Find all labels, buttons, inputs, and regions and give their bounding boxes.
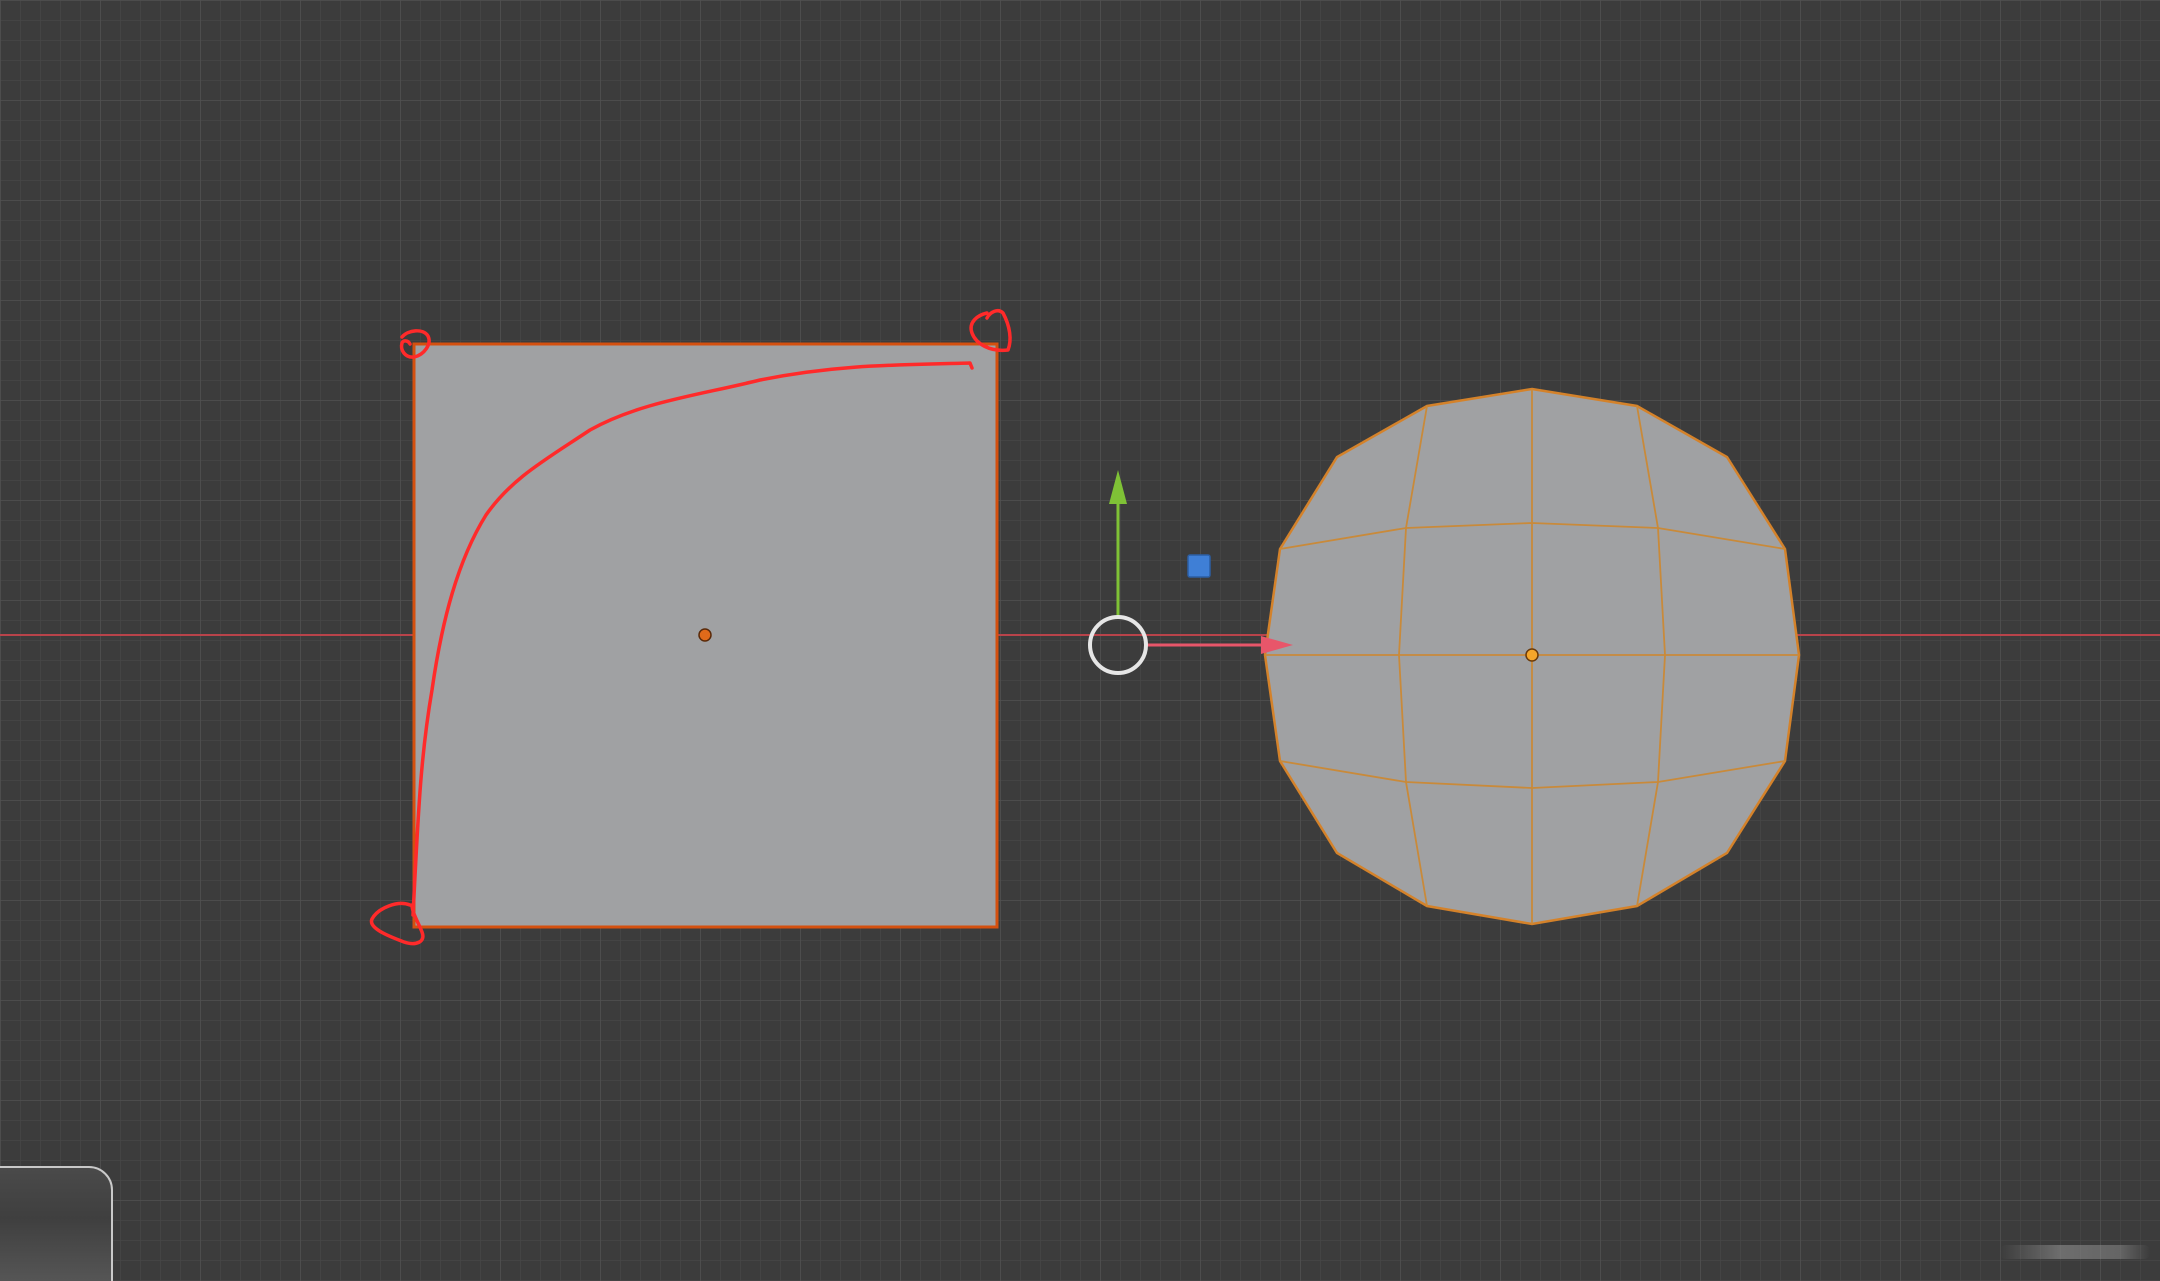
scroll-smudge (2000, 1245, 2150, 1259)
plane-object[interactable] (412, 342, 999, 929)
sphere-object[interactable] (1263, 387, 1801, 926)
sphere-origin (1525, 648, 1539, 662)
plane-origin (698, 628, 712, 642)
grid-major (0, 0, 2160, 1281)
3d-viewport[interactable] (0, 0, 2160, 1281)
square-icon[interactable] (1187, 554, 1211, 578)
viewport-canvas[interactable] (0, 0, 2160, 1281)
corner-panel (0, 1166, 113, 1281)
